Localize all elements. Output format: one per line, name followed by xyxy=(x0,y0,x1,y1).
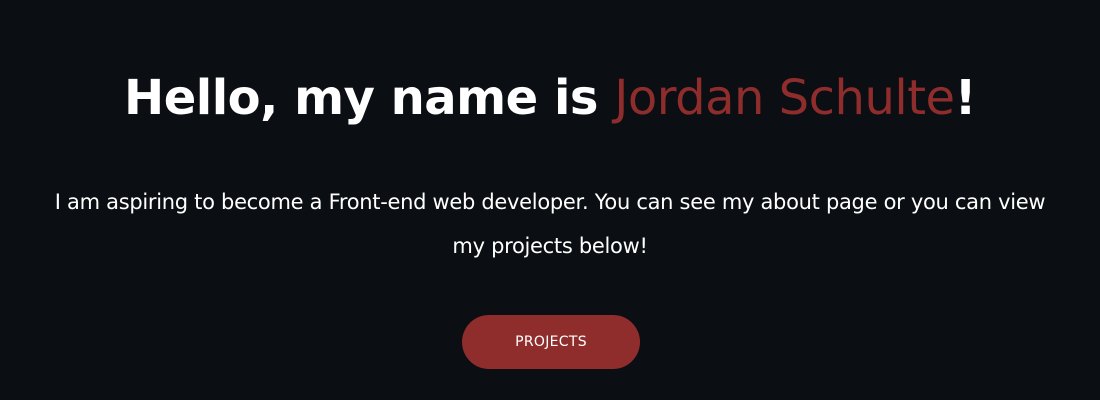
intro-text: I am aspiring to become a Front-end web … xyxy=(0,180,1100,268)
intro-text-line-2: my projects below! xyxy=(452,234,648,258)
projects-button[interactable]: PROJECTS xyxy=(462,315,640,369)
title-suffix: ! xyxy=(954,70,977,126)
name-highlight: Jordan Schulte xyxy=(614,70,955,126)
page-title: Hello, my name is Jordan Schulte! xyxy=(0,66,1100,130)
hero-section: Hello, my name is Jordan Schulte! I am a… xyxy=(0,0,1100,400)
intro-text-line-1: I am aspiring to become a Front-end web … xyxy=(54,190,1046,214)
title-prefix: Hello, my name is xyxy=(124,70,615,126)
